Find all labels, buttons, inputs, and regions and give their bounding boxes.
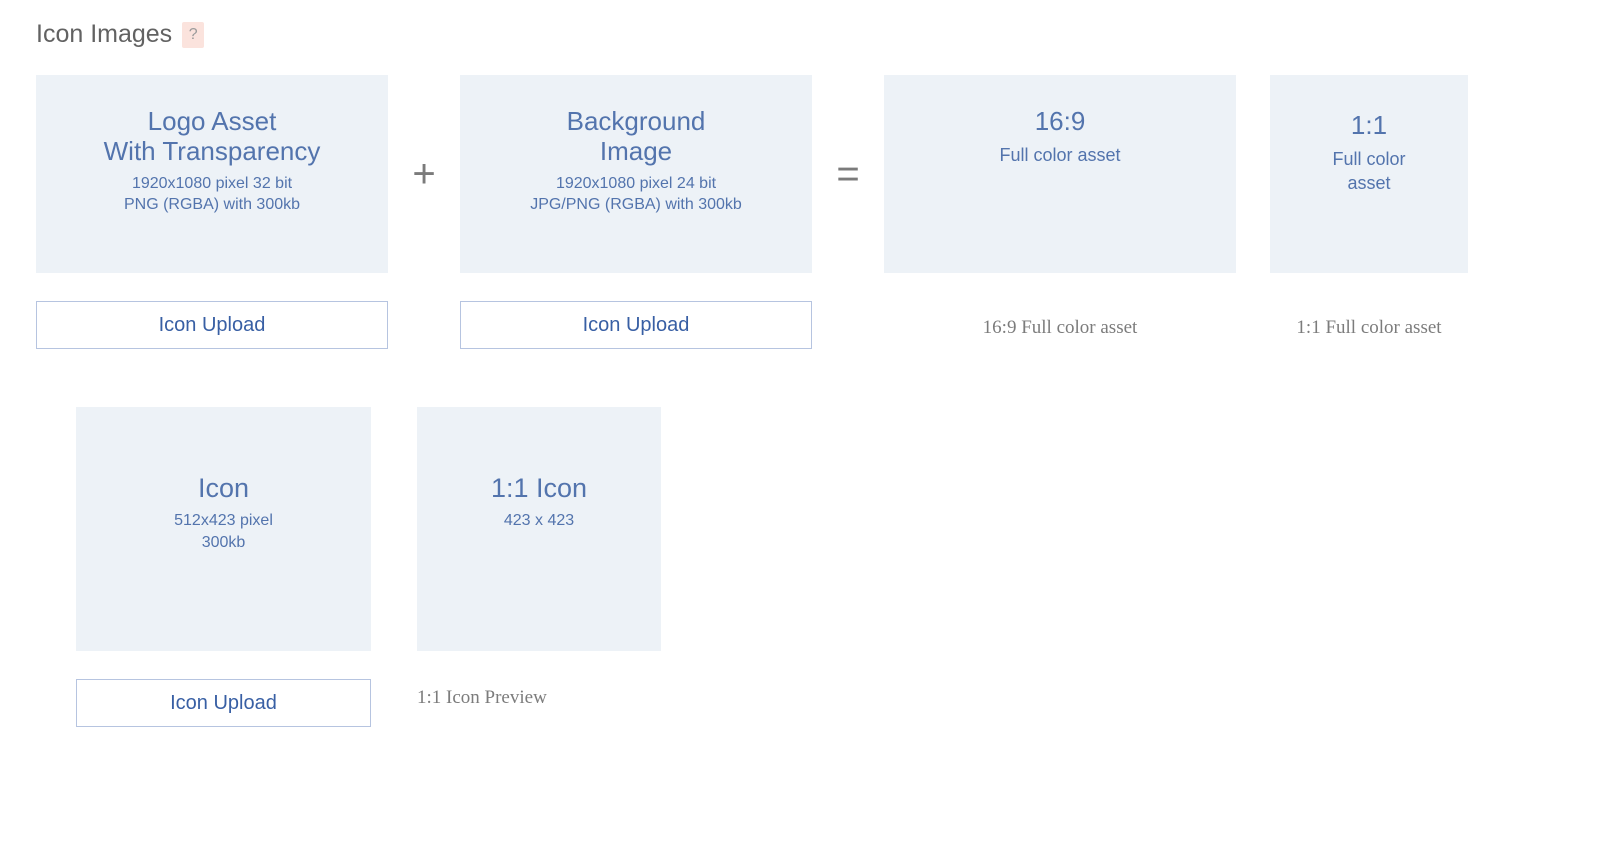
background-image-title-line2: Image	[600, 136, 672, 166]
section-title: Icon Images	[36, 20, 172, 49]
plus-operator: +	[388, 75, 460, 273]
section-header: Icon Images ?	[36, 20, 1564, 49]
logo-asset-title-line1: Logo Asset	[148, 106, 277, 136]
icon-title: Icon	[198, 473, 249, 504]
icon-spec: 512x423 pixel 300kb	[174, 510, 273, 553]
background-image-card: Background Image 1920x1080 pixel 24 bit …	[460, 75, 812, 273]
icon-card: Icon 512x423 pixel 300kb	[76, 407, 371, 651]
icon-images-row-1: Logo Asset With Transparency 1920x1080 p…	[36, 75, 1564, 349]
logo-asset-title-line2: With Transparency	[104, 136, 321, 166]
result-1x1-title: 1:1	[1351, 111, 1387, 141]
spacer	[371, 407, 417, 727]
result-1x1-card: 1:1 Full color asset	[1270, 75, 1468, 273]
logo-asset-spec: 1920x1080 pixel 32 bit PNG (RGBA) with 3…	[124, 173, 300, 216]
logo-asset-spec-line1: 1920x1080 pixel 32 bit	[132, 175, 292, 192]
icon-column: Icon 512x423 pixel 300kb Icon Upload	[76, 407, 371, 727]
help-icon[interactable]: ?	[182, 22, 204, 48]
result-16x9-title: 16:9	[1035, 107, 1086, 137]
background-image-spec-line1: 1920x1080 pixel 24 bit	[556, 175, 716, 192]
result-16x9-caption: 16:9 Full color asset	[884, 317, 1236, 339]
background-image-spec: 1920x1080 pixel 24 bit JPG/PNG (RGBA) wi…	[530, 173, 742, 216]
logo-asset-upload-button[interactable]: Icon Upload	[36, 301, 388, 349]
background-image-title-line1: Background	[567, 106, 706, 136]
background-image-title: Background Image	[567, 107, 706, 167]
result-1x1-subtitle: Full color asset	[1332, 147, 1405, 196]
background-image-upload-button[interactable]: Icon Upload	[460, 301, 812, 349]
result-16x9-column: 16:9 Full color asset 16:9 Full color as…	[884, 75, 1236, 349]
icon-preview-title: 1:1 Icon	[491, 473, 587, 504]
icon-spec-line2: 300kb	[202, 534, 246, 551]
result-1x1-subtitle-line2: asset	[1347, 173, 1390, 193]
logo-asset-card: Logo Asset With Transparency 1920x1080 p…	[36, 75, 388, 273]
spacer	[1236, 75, 1270, 349]
spacer	[36, 407, 76, 727]
logo-asset-title: Logo Asset With Transparency	[104, 107, 321, 167]
result-16x9-subtitle: Full color asset	[999, 143, 1120, 167]
icon-preview-spec: 423 x 423	[504, 510, 574, 532]
result-1x1-column: 1:1 Full color asset 1:1 Full color asse…	[1270, 75, 1468, 349]
icon-preview-card: 1:1 Icon 423 x 423	[417, 407, 661, 651]
icon-upload-button[interactable]: Icon Upload	[76, 679, 371, 727]
logo-asset-spec-line2: PNG (RGBA) with 300kb	[124, 196, 300, 213]
icon-preview-caption: 1:1 Icon Preview	[417, 687, 661, 709]
logo-asset-column: Logo Asset With Transparency 1920x1080 p…	[36, 75, 388, 349]
result-16x9-card: 16:9 Full color asset	[884, 75, 1236, 273]
icon-spec-line1: 512x423 pixel	[174, 512, 273, 529]
background-image-column: Background Image 1920x1080 pixel 24 bit …	[460, 75, 812, 349]
background-image-spec-line2: JPG/PNG (RGBA) with 300kb	[530, 196, 742, 213]
equals-operator: =	[812, 75, 884, 273]
result-1x1-subtitle-line1: Full color	[1332, 149, 1405, 169]
result-1x1-caption: 1:1 Full color asset	[1270, 317, 1468, 339]
icon-preview-column: 1:1 Icon 423 x 423 1:1 Icon Preview	[417, 407, 661, 727]
icon-images-row-2: Icon 512x423 pixel 300kb Icon Upload 1:1…	[36, 407, 1564, 727]
